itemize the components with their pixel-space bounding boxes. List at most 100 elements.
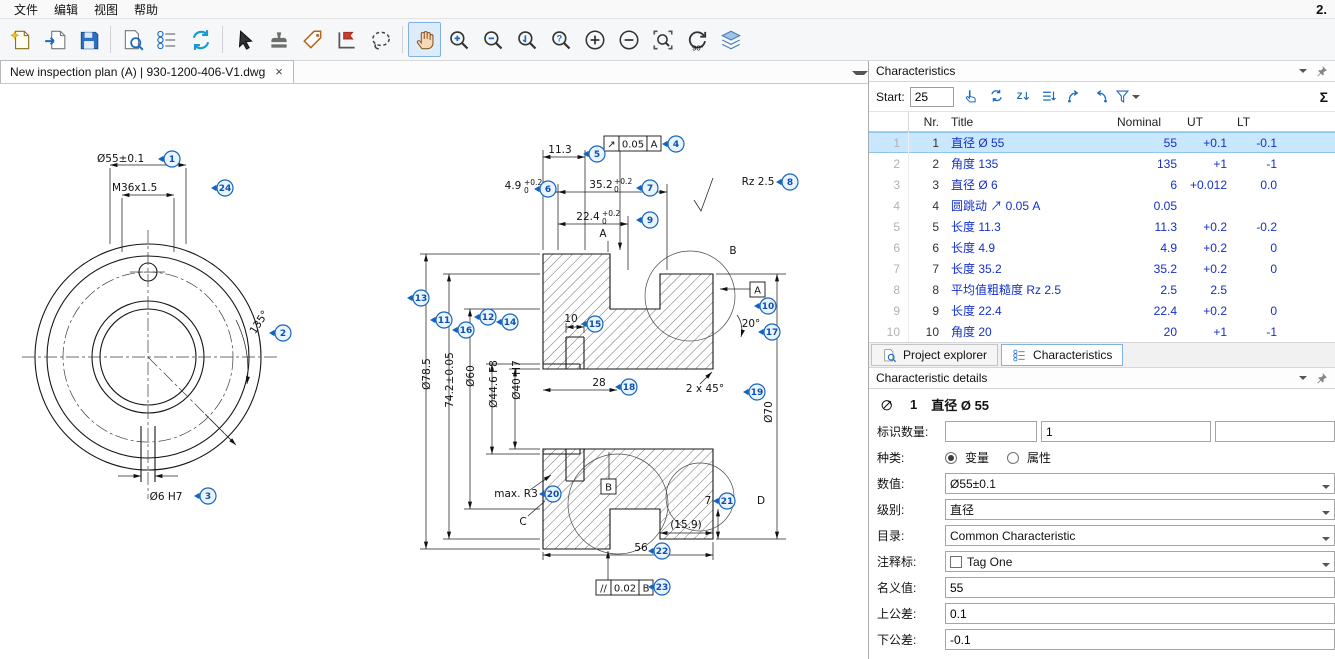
flag-tool-button[interactable] <box>330 22 363 57</box>
balloon-14[interactable]: 14 <box>496 314 518 330</box>
column-header-ut[interactable]: UT <box>1177 115 1227 129</box>
lower-tolerance-input[interactable] <box>945 629 1335 650</box>
characteristic-row[interactable]: 1010角度 2020+1-1 <box>869 321 1335 342</box>
select-cursor-button[interactable] <box>228 22 261 57</box>
svg-text:3: 3 <box>205 492 211 502</box>
balloon-21[interactable]: 21 <box>713 493 735 509</box>
balloon-8[interactable]: 8 <box>776 174 798 190</box>
characteristic-row[interactable]: 77长度 35.235.2+0.20 <box>869 258 1335 279</box>
tab-project-explorer[interactable]: Project explorer <box>871 344 998 366</box>
column-header-title[interactable]: Title <box>945 115 1107 129</box>
column-header-nominal[interactable]: Nominal <box>1107 115 1177 129</box>
row-title: 长度 11.3 <box>945 218 1107 235</box>
nominal-input[interactable] <box>945 577 1335 598</box>
document-tab[interactable]: New inspection plan (A) | 930-1200-406-V… <box>0 60 294 83</box>
balloon-13[interactable]: 13 <box>407 290 429 306</box>
zoom-in-button[interactable] <box>442 22 475 57</box>
ident-input-2[interactable] <box>1041 421 1211 442</box>
zoom-out-button[interactable] <box>476 22 509 57</box>
new-file-icon <box>9 28 33 52</box>
column-header-lt[interactable]: LT <box>1227 115 1277 129</box>
chevron-down-icon[interactable] <box>1299 69 1307 77</box>
characteristic-row[interactable]: 66长度 4.94.9+0.20 <box>869 237 1335 258</box>
rotate-90-button[interactable]: 90° <box>680 22 713 57</box>
balloon-16[interactable]: 16 <box>452 322 474 338</box>
characteristic-row[interactable]: 33直径 Ø 66+0.0120.0 <box>869 174 1335 195</box>
column-header-nr[interactable]: Nr. <box>909 115 945 129</box>
sort-z-button[interactable]: Z <box>1011 85 1035 109</box>
balloon-9[interactable]: 9 <box>636 212 658 228</box>
balloon-17[interactable]: 17 <box>758 324 780 340</box>
tag-tool-button[interactable] <box>296 22 329 57</box>
balloon-4[interactable]: 4 <box>662 136 684 152</box>
dimension-label: Ø40 H7 <box>511 360 523 400</box>
balloon-12[interactable]: 12 <box>474 309 496 325</box>
save-file-button[interactable] <box>72 22 105 57</box>
decrease-circle-button[interactable] <box>612 22 645 57</box>
radio-variable[interactable] <box>945 452 957 464</box>
reorder-list-button[interactable] <box>1037 85 1061 109</box>
menu-help[interactable]: 帮助 <box>126 0 166 19</box>
chevron-down-icon <box>1322 511 1330 519</box>
balloon-22[interactable]: 22 <box>648 543 670 559</box>
balloon-10[interactable]: 10 <box>754 298 776 314</box>
ident-input-3[interactable] <box>1215 421 1335 442</box>
characteristic-row[interactable]: 88平均值粗糙度 Rz 2.52.52.5 <box>869 279 1335 300</box>
characteristic-row[interactable]: 44圆跳动 ↗ 0.05 A0.05 <box>869 195 1335 216</box>
characteristic-row[interactable]: 22角度 135135+1-1 <box>869 153 1335 174</box>
balloon-18[interactable]: 18 <box>615 379 637 395</box>
catalog-combobox[interactable]: Common Characteristic <box>945 525 1335 546</box>
characteristic-row[interactable]: 11直径 Ø 5555+0.1-0.1 <box>869 132 1335 153</box>
characteristic-row[interactable]: 99长度 22.422.4+0.20 <box>869 300 1335 321</box>
increase-circle-button[interactable] <box>578 22 611 57</box>
zoom-original-button[interactable] <box>510 22 543 57</box>
inspection-list-button[interactable] <box>150 22 183 57</box>
radio-attribute[interactable] <box>1007 452 1019 464</box>
pin-icon[interactable] <box>1315 65 1328 78</box>
close-icon[interactable]: × <box>274 67 284 77</box>
tab-list-dropdown-icon[interactable] <box>852 71 868 79</box>
menu-edit[interactable]: 编辑 <box>46 0 86 19</box>
balloon-7[interactable]: 7 <box>636 180 658 196</box>
sync-refresh-button[interactable] <box>184 22 217 57</box>
balloon-24[interactable]: 24 <box>211 180 233 196</box>
sum-sigma-button[interactable]: Σ <box>1320 89 1328 105</box>
drawing-canvas[interactable]: Ø55±0.1M36x1.5135°Ø6 H711.34.9+0.2035.2+… <box>0 84 868 659</box>
pin-icon[interactable] <box>1315 372 1328 385</box>
zoom-question-button[interactable]: ? <box>544 22 577 57</box>
radio-variable-label: 变量 <box>965 449 989 466</box>
chevron-down-icon[interactable] <box>1299 376 1307 384</box>
stamp-tool-button[interactable] <box>262 22 295 57</box>
tab-characteristics[interactable]: Characteristics <box>1001 344 1123 366</box>
tag-checkbox[interactable] <box>950 556 962 568</box>
filter-funnel-button[interactable] <box>1115 85 1139 109</box>
new-file-button[interactable] <box>4 22 37 57</box>
balloon-11[interactable]: 11 <box>430 312 452 328</box>
start-input[interactable] <box>910 87 954 107</box>
balloon-20[interactable]: 20 <box>539 486 561 502</box>
pan-hand-button[interactable] <box>408 22 441 57</box>
layers-button[interactable] <box>714 22 747 57</box>
balloon-5[interactable]: 5 <box>583 146 605 162</box>
touch-hand-button[interactable] <box>959 85 983 109</box>
value-combobox[interactable]: Ø55±0.1 <box>945 473 1335 494</box>
ident-input-1[interactable] <box>945 421 1037 442</box>
balloon-1[interactable]: 1 <box>158 151 180 167</box>
balloon-3[interactable]: 3 <box>194 488 216 504</box>
characteristic-row[interactable]: 55长度 11.311.3+0.2-0.2 <box>869 216 1335 237</box>
zoom-selection-button[interactable] <box>646 22 679 57</box>
link-insert-after-button[interactable] <box>1063 85 1087 109</box>
balloon-19[interactable]: 19 <box>743 384 765 400</box>
refresh-order-button[interactable] <box>985 85 1009 109</box>
balloon-2[interactable]: 2 <box>269 325 291 341</box>
link-insert-before-button[interactable] <box>1089 85 1113 109</box>
lasso-tool-button[interactable] <box>364 22 397 57</box>
level-combobox[interactable]: 直径 <box>945 499 1335 520</box>
find-document-button[interactable] <box>116 22 149 57</box>
menu-file[interactable]: 文件 <box>6 0 46 19</box>
open-file-button[interactable] <box>38 22 71 57</box>
menu-view[interactable]: 视图 <box>86 0 126 19</box>
stamp-tool-icon <box>267 28 291 52</box>
tags-combobox[interactable]: Tag One <box>945 551 1335 572</box>
upper-tolerance-input[interactable] <box>945 603 1335 624</box>
